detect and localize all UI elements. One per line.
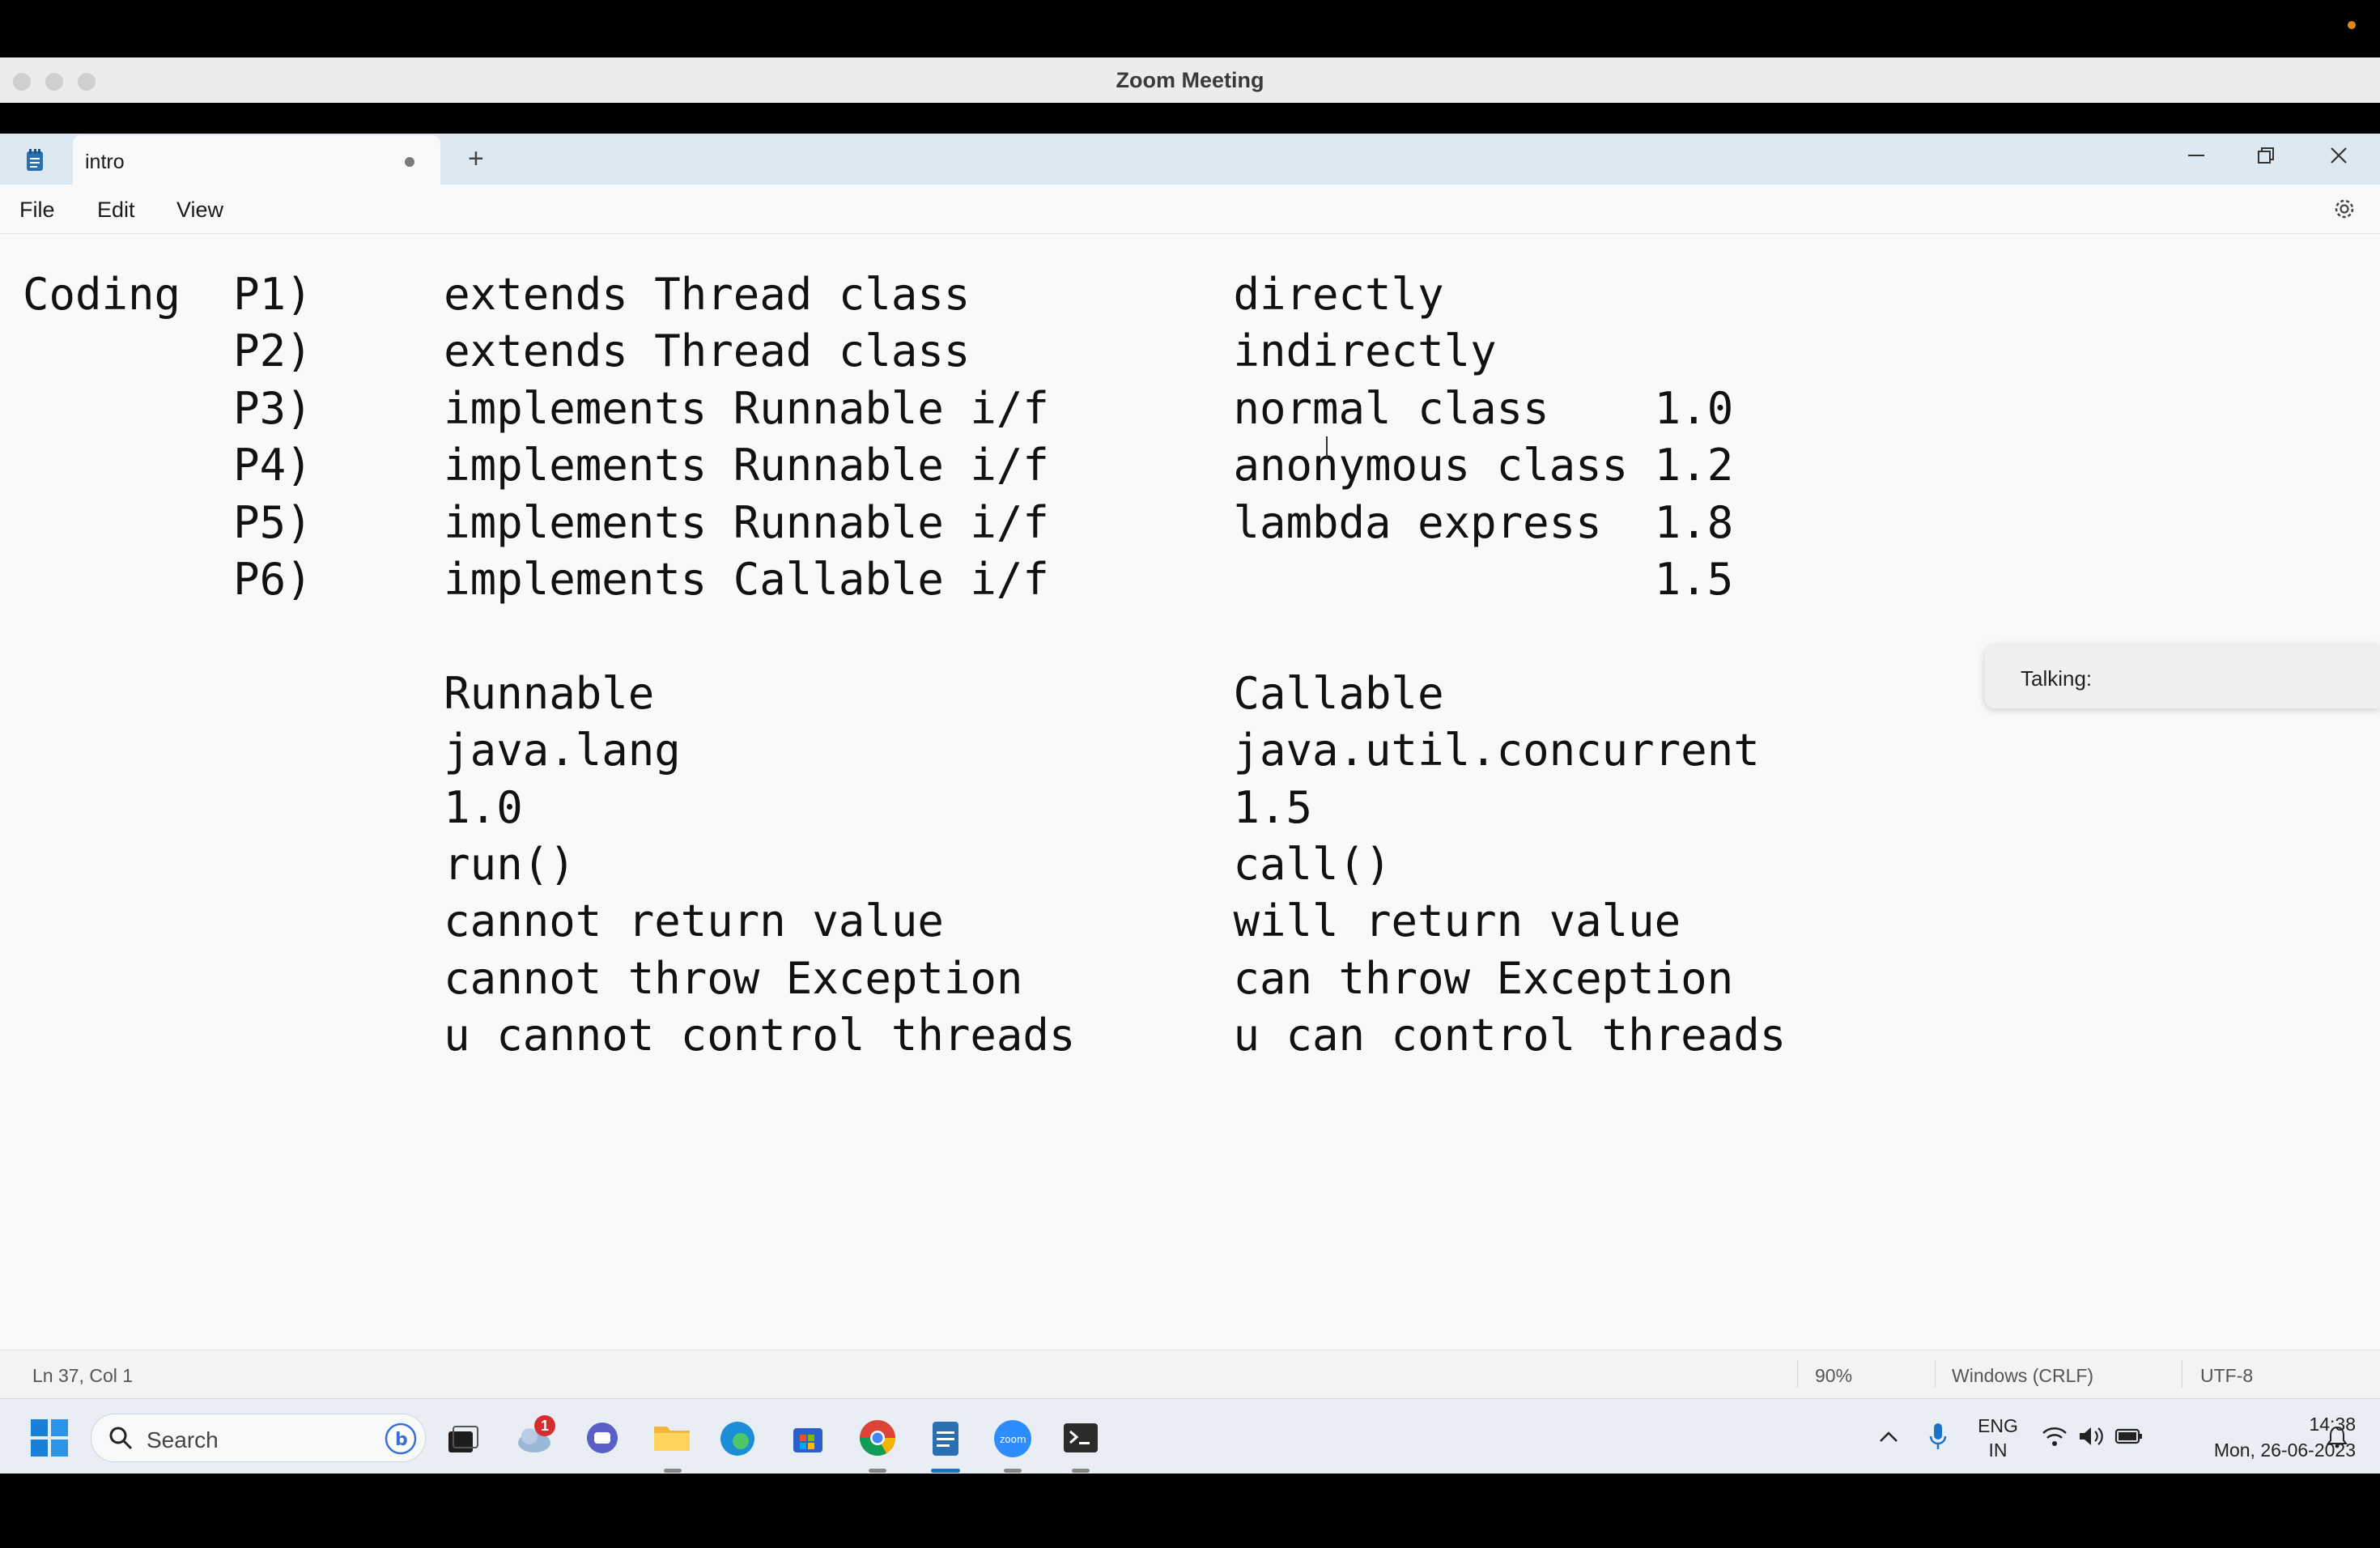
app-running-indicator [1004, 1469, 1022, 1473]
language-secondary[interactable]: IN [1975, 1440, 2021, 1461]
new-tab-plus-icon[interactable]: + [468, 145, 484, 172]
chrome-icon[interactable] [858, 1418, 897, 1457]
maximize-window-button[interactable] [78, 73, 96, 91]
edge-browser-icon[interactable] [719, 1420, 756, 1457]
search-placeholder: Search [147, 1427, 219, 1452]
svg-text:b: b [395, 1430, 408, 1450]
document-line: 1.0 1.5 [23, 781, 1313, 833]
document-line: Coding P1) extends Thread class directly [23, 269, 1444, 320]
gear-icon[interactable] [2331, 196, 2357, 222]
zoom-level[interactable]: 90% [1815, 1365, 1852, 1387]
taskbar-search[interactable]: Search b [91, 1414, 426, 1462]
encoding[interactable]: UTF-8 [2200, 1365, 2253, 1387]
menu-edit[interactable]: Edit [97, 198, 135, 223]
document-line: run() call() [23, 839, 1392, 891]
talking-label: Talking: [2021, 666, 2093, 691]
menu-view[interactable]: View [176, 198, 223, 223]
notepad-window: intro + File Edit View Coding P1) extend… [0, 134, 2380, 1453]
app-running-indicator [664, 1469, 682, 1473]
line-ending[interactable]: Windows (CRLF) [1952, 1365, 2093, 1387]
menu-file[interactable]: File [19, 198, 55, 223]
microsoft-store-icon[interactable] [790, 1420, 826, 1456]
status-divider [1797, 1360, 1798, 1388]
status-divider [1935, 1360, 1936, 1388]
app-running-indicator [1072, 1469, 1090, 1473]
document-line: P5) implements Runnable i/f lambda expre… [23, 496, 1734, 548]
tab-intro[interactable]: intro [73, 135, 440, 185]
close-window-button[interactable] [13, 73, 31, 91]
zoom-talking-popup: Talking: [1985, 645, 2380, 708]
text-editor-area[interactable]: Coding P1) extends Thread class directly… [0, 234, 2380, 1453]
wifi-icon[interactable] [2042, 1425, 2068, 1448]
app-running-indicator [869, 1469, 886, 1473]
document-line: P3) implements Runnable i/f normal class… [23, 382, 1734, 434]
task-view-icon[interactable] [445, 1423, 481, 1456]
screen-share-bottom-border [0, 1474, 2380, 1548]
battery-icon[interactable] [2114, 1427, 2144, 1446]
tab-label: intro [85, 151, 125, 173]
zoom-window-title: Zoom Meeting [1116, 67, 1264, 92]
microphone-icon[interactable] [1928, 1422, 1948, 1452]
search-icon [109, 1427, 133, 1450]
notepad-menubar: File Edit View [0, 185, 2380, 234]
windows-taskbar: Search b 1 zoom ENG IN 14:38 Mon, 26-06-… [0, 1398, 2380, 1474]
language-primary[interactable]: ENG [1975, 1415, 2021, 1437]
shared-screen-border [0, 103, 2380, 134]
windows-start-icon[interactable] [31, 1419, 68, 1457]
document-line: P6) implements Callable i/f 1.5 [23, 554, 1734, 606]
zoom-app-icon[interactable]: zoom [992, 1418, 1033, 1459]
app-active-indicator [931, 1469, 960, 1473]
notepad-tab-bar: intro + [0, 134, 2380, 185]
recording-indicator [2348, 21, 2356, 29]
close-icon[interactable] [2328, 145, 2349, 166]
document-line: cannot throw Exception can throw Excepti… [23, 952, 1734, 1004]
document-line: Runnable Callable [23, 667, 1444, 719]
teams-chat-icon[interactable] [584, 1420, 620, 1456]
zoom-window-titlebar: Zoom Meeting [0, 57, 2380, 103]
terminal-icon[interactable] [1062, 1422, 1099, 1454]
document-line: java.lang java.util.concurrent [23, 725, 1760, 776]
notepad-statusbar: Ln 37, Col 1 90% Windows (CRLF) UTF-8 [0, 1350, 2380, 1399]
notepad-app-icon [27, 149, 43, 171]
document-text: Coding P1) extends Thread class directly… [23, 266, 1786, 1065]
cursor-position: Ln 37, Col 1 [32, 1365, 134, 1386]
restore-icon[interactable] [2255, 145, 2276, 166]
file-explorer-icon[interactable] [652, 1420, 691, 1454]
notification-bell-icon[interactable] [2325, 1425, 2349, 1449]
svg-text:zoom: zoom [1000, 1434, 1026, 1445]
document-line: u cannot control threads u can control t… [23, 1010, 1787, 1061]
mac-menubar [0, 0, 2380, 57]
unsaved-dot-icon[interactable] [405, 157, 414, 167]
notification-badge: 1 [534, 1415, 555, 1436]
document-line: cannot return value will return value [23, 895, 1681, 947]
minimize-icon[interactable] [2186, 145, 2207, 166]
chevron-up-icon[interactable] [1878, 1428, 1899, 1444]
volume-icon[interactable] [2077, 1425, 2105, 1448]
mouse-ibeam-cursor-icon [1326, 436, 1328, 459]
bing-icon[interactable]: b [385, 1423, 417, 1455]
minimize-window-button[interactable] [45, 73, 63, 91]
notepad-taskbar-icon[interactable] [929, 1417, 962, 1457]
document-line: P2) extends Thread class indirectly [23, 325, 1497, 377]
document-line: P4) implements Runnable i/f anonymous cl… [23, 440, 1734, 491]
